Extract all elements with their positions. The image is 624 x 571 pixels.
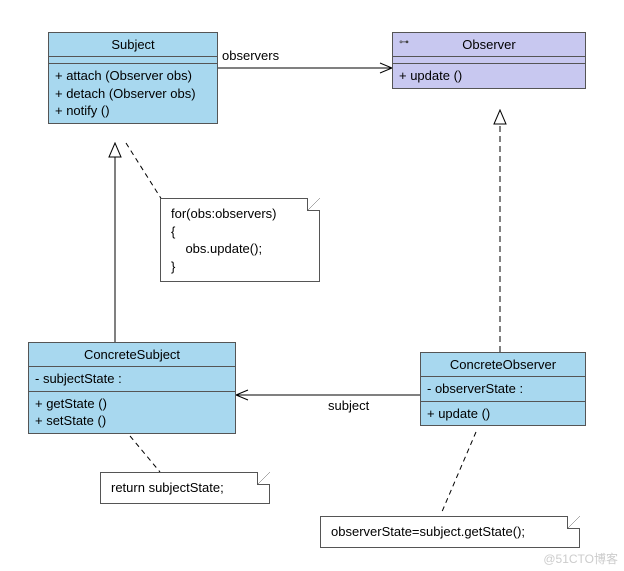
class-observer-title: ⊶ Observer: [393, 33, 585, 57]
label-subject: subject: [328, 398, 369, 413]
class-observer: ⊶ Observer + update (): [392, 32, 586, 89]
class-observer-attrs: [393, 57, 585, 64]
watermark: @51CTO博客: [543, 550, 618, 567]
op: + getState (): [35, 395, 229, 413]
op: + update (): [399, 67, 579, 85]
class-concrete-observer-attrs: - observerState :: [421, 377, 585, 402]
label-observers: observers: [222, 48, 279, 63]
attr: - observerState :: [427, 380, 579, 398]
class-subject-ops: + attach (Observer obs) + detach (Observ…: [49, 64, 217, 123]
note-getstate: return subjectState;: [100, 472, 270, 504]
class-concrete-subject-ops: + getState () + setState (): [29, 392, 235, 433]
note-update: observerState=subject.getState();: [320, 516, 580, 548]
interface-icon: ⊶: [399, 37, 408, 48]
note-text: return subjectState;: [111, 480, 224, 495]
note-text: observerState=subject.getState();: [331, 524, 525, 539]
class-subject: Subject + attach (Observer obs) + detach…: [48, 32, 218, 124]
class-observer-name: Observer: [462, 37, 515, 52]
class-concrete-subject-title: ConcreteSubject: [29, 343, 235, 367]
attr: - subjectState :: [35, 370, 229, 388]
class-concrete-subject: ConcreteSubject - subjectState : + getSt…: [28, 342, 236, 434]
op: + attach (Observer obs): [55, 67, 211, 85]
class-subject-title: Subject: [49, 33, 217, 57]
op: + notify (): [55, 102, 211, 120]
class-subject-attrs: [49, 57, 217, 64]
class-observer-ops: + update (): [393, 64, 585, 88]
class-concrete-observer-title: ConcreteObserver: [421, 353, 585, 377]
op: + setState (): [35, 412, 229, 430]
note-notify-loop: for(obs:observers) { obs.update(); }: [160, 198, 320, 282]
class-concrete-observer-ops: + update (): [421, 402, 585, 426]
class-concrete-observer: ConcreteObserver - observerState : + upd…: [420, 352, 586, 426]
class-concrete-subject-attrs: - subjectState :: [29, 367, 235, 392]
op: + detach (Observer obs): [55, 85, 211, 103]
op: + update (): [427, 405, 579, 423]
note-text: for(obs:observers) { obs.update(); }: [171, 206, 276, 274]
